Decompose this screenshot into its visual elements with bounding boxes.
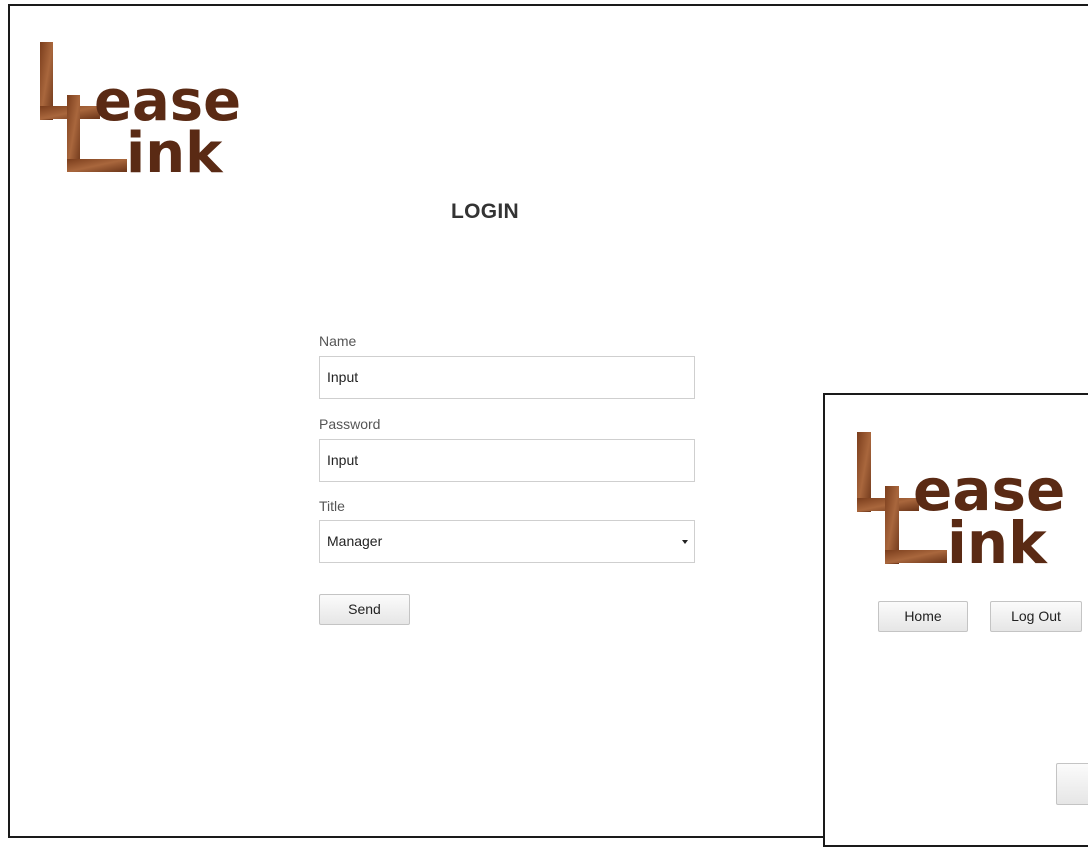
- title-select[interactable]: Manager: [319, 520, 695, 563]
- lease-link-logo-secondary: ease ink: [855, 430, 1085, 570]
- logo-text-ink: ink: [947, 509, 1048, 570]
- lease-link-logo: ease ink: [38, 40, 258, 180]
- name-input[interactable]: Input: [319, 356, 695, 399]
- page-title: LOGIN: [451, 200, 519, 223]
- chevron-down-icon: [682, 540, 688, 544]
- name-label: Name: [319, 333, 357, 349]
- home-button[interactable]: Home: [878, 601, 968, 632]
- title-select-value: Manager: [327, 533, 383, 549]
- password-input[interactable]: Input: [319, 439, 695, 482]
- logout-button[interactable]: Log Out: [990, 601, 1082, 632]
- send-button[interactable]: Send: [319, 594, 410, 625]
- title-label: Title: [319, 498, 345, 514]
- partial-button[interactable]: [1056, 763, 1088, 805]
- password-label: Password: [319, 416, 381, 432]
- logo-text-ink: ink: [126, 121, 224, 180]
